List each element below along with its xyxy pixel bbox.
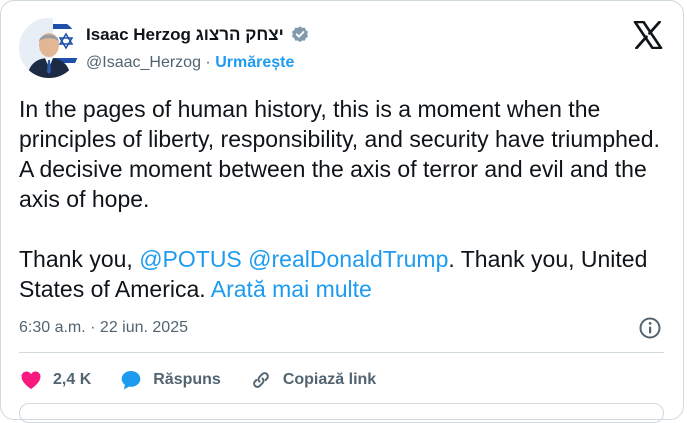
thanks-prefix: Thank you, [19,246,140,272]
action-bar: 2,4 K Răspuns Copiază link [19,365,376,395]
copy-link-button[interactable]: Copiază link [249,368,376,392]
verified-icon [290,25,310,45]
author-name-row[interactable]: Isaac Herzog יצחק הרצוג [86,25,310,45]
author-handle[interactable]: @Isaac_Herzog [86,54,201,71]
x-logo-icon[interactable] [633,20,663,50]
show-more-link[interactable]: Arată mai multe [211,276,372,302]
read-replies-button[interactable] [19,403,664,423]
timestamp[interactable]: 6:30 a.m. · 22 iun. 2025 [19,319,188,337]
handle-row: @Isaac_Herzog · Urmărește [86,54,294,72]
divider [19,352,664,353]
reply-label: Răspuns [153,371,221,388]
author-name[interactable]: Isaac Herzog יצחק הרצוג [86,25,284,45]
mention-potus-link[interactable]: @POTUS [139,246,242,272]
follow-button[interactable]: Urmărește [215,54,294,71]
tweet-paragraph-2: Thank you, @POTUS @realDonaldTrump. Than… [19,244,669,304]
mention-realdonaldtrump-link[interactable]: @realDonaldTrump [248,246,448,272]
reply-button[interactable]: Răspuns [119,368,221,392]
heart-icon [21,371,41,389]
tweet-text: In the pages of human history, this is a… [19,94,669,304]
info-icon[interactable] [638,316,662,340]
link-icon [252,372,269,388]
avatar[interactable] [19,18,79,78]
like-count: 2,4 K [53,371,92,388]
like-button[interactable]: 2,4 K [19,368,91,392]
reply-bubble-icon [121,371,141,390]
avatar-image [19,18,79,78]
tweet-card: Isaac Herzog יצחק הרצוג @Isaac_Herzog · … [0,0,684,423]
separator-dot: · [205,54,211,71]
copy-link-label: Copiază link [282,371,377,388]
tweet-paragraph-1: In the pages of human history, this is a… [19,96,660,212]
